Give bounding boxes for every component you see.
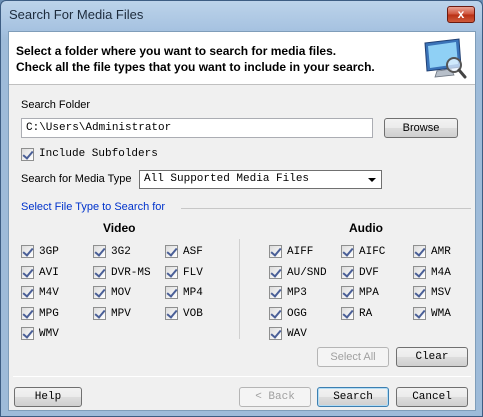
video-label-vob: VOB <box>183 307 203 320</box>
clear-button[interactable]: Clear <box>396 347 468 367</box>
audio-checkbox-amr[interactable] <box>413 245 426 258</box>
audio-checkbox-ra[interactable] <box>341 306 354 320</box>
audio-label-mpa: MPA <box>359 287 379 299</box>
audio-checkbox-wav[interactable] <box>269 327 282 340</box>
video-label-mp4: MP4 <box>183 287 203 299</box>
audio-label-msv: MSV <box>431 287 451 299</box>
video-label-m4v: M4V <box>39 287 59 299</box>
video-label-avi: AVI <box>39 266 59 279</box>
audio-checkbox-mp3[interactable] <box>269 286 282 299</box>
search-folder-input[interactable]: C:\Users\Administrator <box>21 118 373 138</box>
media-type-select[interactable]: All Supported Media Files <box>139 170 382 189</box>
video-label-mpg: MPG <box>39 307 59 320</box>
section-divider <box>181 208 471 209</box>
video-checkbox-mpg[interactable] <box>21 306 34 320</box>
media-type-selected: All Supported Media Files <box>144 173 310 185</box>
video-checkbox-3g2[interactable] <box>93 245 106 258</box>
audio-label-au-snd: AU/SND <box>287 266 327 279</box>
audio-label-mp3: MP3 <box>287 287 307 299</box>
video-label-asf: ASF <box>183 246 203 258</box>
video-checkbox-m4v[interactable] <box>21 286 34 299</box>
video-checkbox-dvr-ms[interactable] <box>93 265 106 279</box>
audio-checkbox-aiff[interactable] <box>269 245 282 258</box>
browse-button[interactable]: Browse <box>384 118 458 138</box>
video-checkbox-vob[interactable] <box>165 306 178 320</box>
video-label-mpv: MPV <box>111 307 131 320</box>
video-checkbox-asf[interactable] <box>165 245 178 258</box>
close-icon: x <box>457 7 465 21</box>
dialog-body: Select a folder where you want to search… <box>8 31 476 411</box>
title-bar[interactable]: Search For Media Files x <box>1 1 482 29</box>
audio-heading: Audio <box>349 221 383 235</box>
search-folder-label: Search Folder <box>21 99 91 111</box>
dialog-window: Search For Media Files x Select a folder… <box>0 0 483 417</box>
file-type-section-title: Select File Type to Search for <box>21 201 166 213</box>
video-checkbox-flv[interactable] <box>165 265 178 279</box>
footer-divider <box>13 376 471 377</box>
video-label-dvr-ms: DVR-MS <box>111 266 151 279</box>
audio-label-aifc: AIFC <box>359 246 386 258</box>
include-subfolders-checkbox[interactable] <box>21 148 34 161</box>
search-button[interactable]: Search <box>317 387 389 407</box>
close-button[interactable]: x <box>447 6 475 23</box>
video-label-wmv: WMV <box>39 328 59 340</box>
include-subfolders-label: Include Subfolders <box>39 148 158 160</box>
audio-label-amr: AMR <box>431 246 451 258</box>
audio-label-dvf: DVF <box>359 266 379 279</box>
video-label-3g2: 3G2 <box>111 246 131 258</box>
audio-checkbox-msv[interactable] <box>413 286 426 299</box>
video-label-3gp: 3GP <box>39 246 59 258</box>
video-checkbox-mp4[interactable] <box>165 286 178 299</box>
audio-checkbox-ogg[interactable] <box>269 306 282 320</box>
audio-checkbox-wma[interactable] <box>413 306 426 320</box>
cancel-button[interactable]: Cancel <box>396 387 468 407</box>
header-instruction-2: Check all the file types that you want t… <box>16 60 375 74</box>
video-checkbox-avi[interactable] <box>21 265 34 279</box>
audio-label-ra: RA <box>359 307 373 320</box>
audio-label-m4a: M4A <box>431 266 451 279</box>
audio-checkbox-dvf[interactable] <box>341 265 354 279</box>
help-button[interactable]: Help <box>14 387 82 407</box>
audio-label-ogg: OGG <box>287 307 307 320</box>
video-checkbox-wmv[interactable] <box>21 327 34 340</box>
video-checkbox-mov[interactable] <box>93 286 106 299</box>
audio-label-wma: WMA <box>431 307 451 320</box>
monitor-magnifier-icon <box>424 38 467 79</box>
header-instruction-1: Select a folder where you want to search… <box>16 44 337 58</box>
media-type-label: Search for Media Type <box>21 173 132 185</box>
chevron-down-icon <box>368 178 376 182</box>
audio-checkbox-mpa[interactable] <box>341 286 354 299</box>
wizard-header: Select a folder where you want to search… <box>9 32 475 85</box>
video-heading: Video <box>103 221 136 235</box>
video-label-mov: MOV <box>111 287 131 299</box>
back-button[interactable]: < Back <box>239 387 311 407</box>
video-checkbox-3gp[interactable] <box>21 245 34 258</box>
audio-checkbox-au-snd[interactable] <box>269 265 282 279</box>
video-label-flv: FLV <box>183 266 203 279</box>
select-all-button[interactable]: Select All <box>317 347 389 367</box>
column-separator <box>239 239 240 339</box>
audio-label-aiff: AIFF <box>287 246 314 258</box>
audio-checkbox-m4a[interactable] <box>413 265 426 279</box>
audio-checkbox-aifc[interactable] <box>341 245 354 258</box>
window-title: Search For Media Files <box>9 7 144 22</box>
audio-label-wav: WAV <box>287 328 307 340</box>
video-checkbox-mpv[interactable] <box>93 306 106 320</box>
